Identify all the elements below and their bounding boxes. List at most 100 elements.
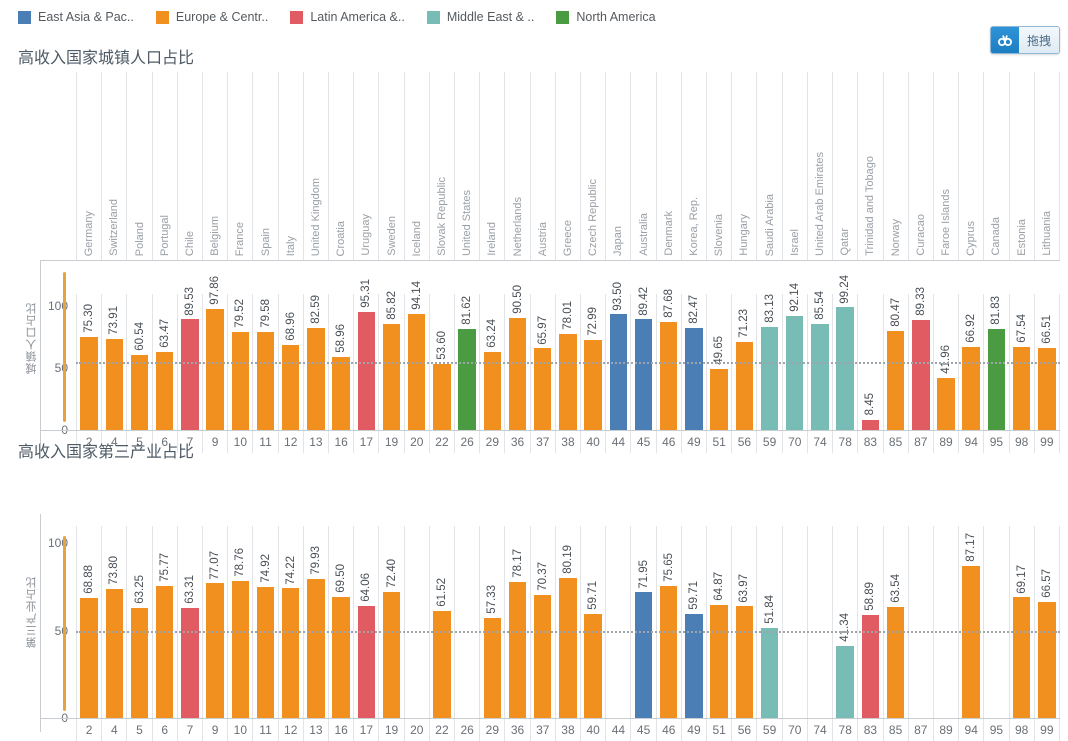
bar-column[interactable]: 64.87 <box>706 526 731 718</box>
bar[interactable] <box>559 333 577 430</box>
bar[interactable] <box>609 314 628 430</box>
bar-column[interactable]: 64.06 <box>353 526 378 718</box>
bar-column[interactable]: 79.93 <box>302 526 328 718</box>
legend-item-4[interactable]: North America <box>556 10 656 24</box>
legend-item-0[interactable]: East Asia & Pac.. <box>18 10 134 24</box>
bar-column[interactable]: 68.88 <box>76 526 101 718</box>
bar-column[interactable]: 58.89 <box>857 526 882 718</box>
bar[interactable] <box>433 610 451 718</box>
bar[interactable] <box>130 607 149 718</box>
bar[interactable] <box>80 336 98 430</box>
bar[interactable] <box>735 606 754 718</box>
bar-column[interactable]: 71.95 <box>630 526 655 718</box>
bar-column[interactable] <box>781 526 807 718</box>
bar[interactable] <box>534 595 552 718</box>
bar[interactable] <box>231 331 250 430</box>
bar-column[interactable]: 59.71 <box>580 526 605 718</box>
bar[interactable] <box>332 596 350 718</box>
bar[interactable] <box>307 578 325 718</box>
bar[interactable] <box>80 597 98 718</box>
bar[interactable] <box>408 313 426 430</box>
bar[interactable] <box>710 604 728 718</box>
bar-column[interactable]: 78.17 <box>504 526 529 718</box>
bar-column[interactable]: 63.31 <box>176 526 202 718</box>
bar[interactable] <box>660 585 678 718</box>
bar[interactable] <box>433 363 451 430</box>
bar-column[interactable]: 69.17 <box>1008 526 1034 718</box>
bar[interactable] <box>307 327 325 430</box>
bar-column[interactable] <box>454 526 479 718</box>
bar[interactable] <box>987 328 1006 430</box>
bar[interactable] <box>332 357 350 430</box>
chart-1-plot[interactable]: Germany Switzerland Poland Portugal Chile Bel… <box>0 72 1068 453</box>
bar[interactable] <box>1012 346 1031 430</box>
bar-column[interactable]: 41.34 <box>832 526 857 718</box>
bar[interactable] <box>105 589 123 718</box>
bar[interactable] <box>534 348 552 430</box>
bar[interactable] <box>962 347 980 430</box>
bar-column[interactable]: 73.80 <box>101 526 126 718</box>
bar-column[interactable] <box>605 526 630 718</box>
bar[interactable] <box>559 578 577 718</box>
bar[interactable] <box>231 580 250 718</box>
bar-column[interactable]: 87.17 <box>958 526 983 718</box>
chart-2-plot[interactable]: 0 50 100 68.88 73.80 63.25 75.77 63.31 77.07 78.7… <box>0 466 1068 741</box>
bar[interactable] <box>382 591 401 718</box>
bar[interactable] <box>811 324 829 430</box>
bar-column[interactable]: 61.52 <box>428 526 454 718</box>
bar[interactable] <box>912 319 930 430</box>
vertical-scroll-indicator[interactable] <box>63 536 66 711</box>
bar[interactable] <box>458 329 476 430</box>
bar-column[interactable]: 63.25 <box>126 526 151 718</box>
bar[interactable] <box>634 592 653 718</box>
bar[interactable] <box>660 321 678 430</box>
bar[interactable] <box>710 368 728 430</box>
bar-column[interactable]: 78.76 <box>227 526 252 718</box>
bar-column[interactable]: 75.77 <box>151 526 177 718</box>
bar[interactable] <box>181 607 199 718</box>
legend-item-3[interactable]: Middle East & .. <box>426 10 534 24</box>
bar-column[interactable]: 66.57 <box>1033 526 1060 718</box>
bar[interactable] <box>584 613 602 718</box>
bar[interactable] <box>962 565 980 718</box>
bar[interactable] <box>836 645 854 718</box>
bar[interactable] <box>760 627 779 718</box>
vertical-scroll-indicator[interactable] <box>63 272 66 422</box>
bar[interactable] <box>508 318 527 430</box>
bar[interactable] <box>357 312 376 430</box>
bar-column[interactable]: 75.65 <box>655 526 681 718</box>
bar-column[interactable]: 59.71 <box>680 526 706 718</box>
bar[interactable] <box>181 319 199 430</box>
bar[interactable] <box>508 581 527 718</box>
bar[interactable] <box>256 587 275 718</box>
bar[interactable] <box>685 613 703 718</box>
bar[interactable] <box>155 585 174 718</box>
bar-column[interactable]: 74.92 <box>252 526 277 718</box>
bar[interactable] <box>130 355 149 430</box>
bar[interactable] <box>786 316 804 430</box>
bar[interactable] <box>886 607 905 718</box>
bar-column[interactable] <box>907 526 933 718</box>
bar-column[interactable]: 70.37 <box>529 526 555 718</box>
bar-column[interactable] <box>403 526 429 718</box>
bar[interactable] <box>861 419 880 430</box>
bar[interactable] <box>584 339 602 430</box>
bar[interactable] <box>836 307 854 430</box>
bar-column[interactable]: 69.50 <box>328 526 353 718</box>
bar[interactable] <box>634 319 653 430</box>
bar[interactable] <box>206 309 224 430</box>
bar[interactable] <box>382 323 401 430</box>
bar-column[interactable] <box>806 526 832 718</box>
bar[interactable] <box>685 328 703 430</box>
bar[interactable] <box>105 338 123 430</box>
bar-column[interactable]: 80.19 <box>554 526 580 718</box>
bar-column[interactable]: 51.84 <box>756 526 781 718</box>
bar-column[interactable]: 74.22 <box>277 526 303 718</box>
bar[interactable] <box>282 588 300 718</box>
bar[interactable] <box>256 331 275 430</box>
bar[interactable] <box>483 617 502 718</box>
bar-column[interactable] <box>932 526 958 718</box>
bar[interactable] <box>760 327 779 430</box>
bar[interactable] <box>357 606 376 718</box>
bar-column[interactable]: 57.33 <box>479 526 504 718</box>
